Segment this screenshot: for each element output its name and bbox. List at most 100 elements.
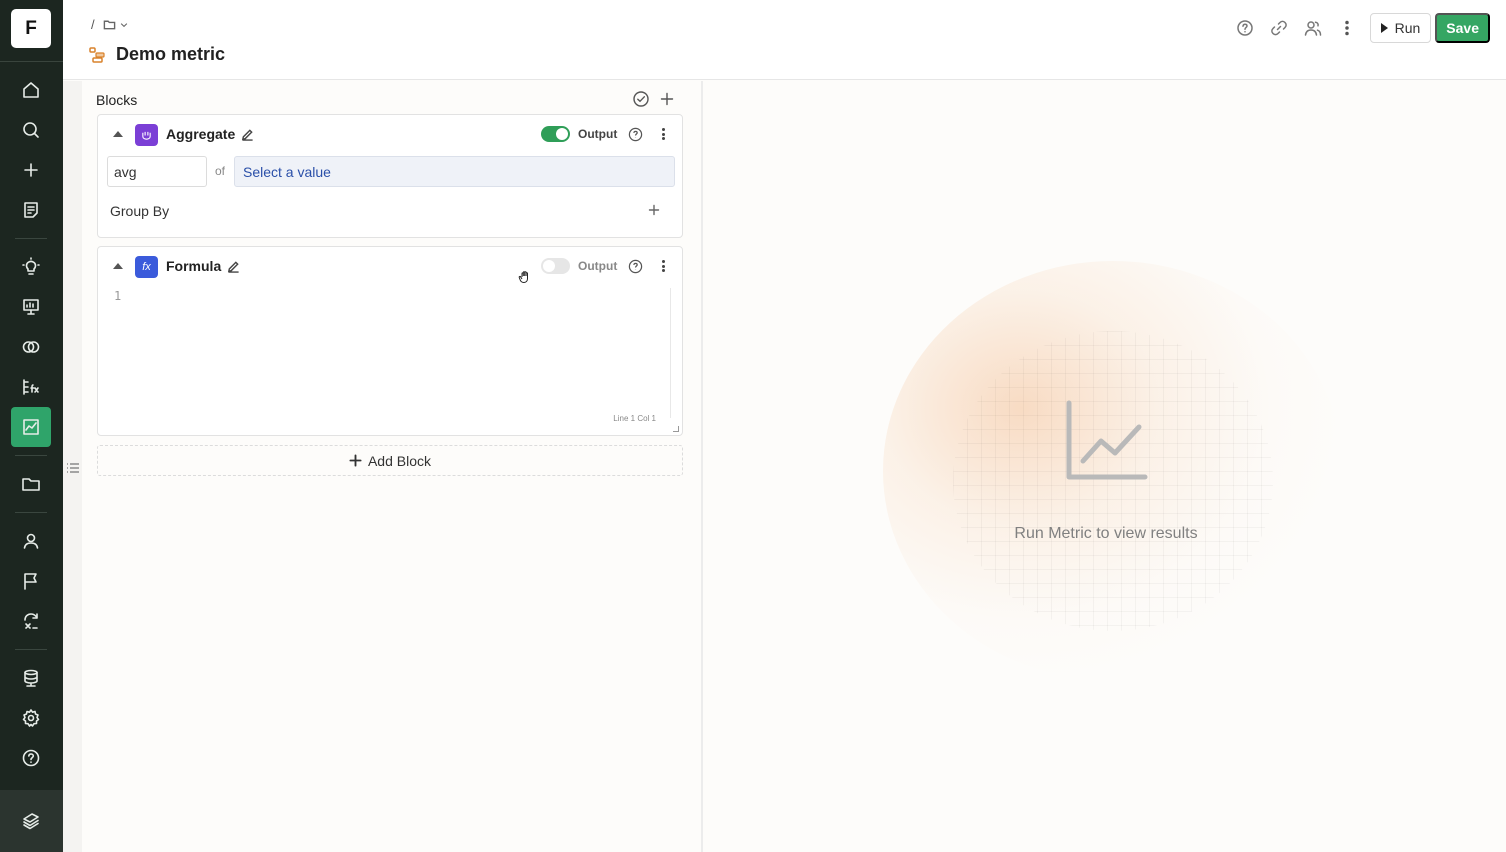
rail-divider (15, 455, 47, 456)
nav-data-sources[interactable] (11, 658, 51, 698)
add-block-button[interactable]: Add Block (97, 445, 683, 476)
blocks-title: Blocks (96, 92, 138, 108)
of-label: of (215, 164, 226, 178)
add-block-label: Add Block (367, 452, 432, 469)
kebab-menu-icon (1344, 20, 1349, 36)
header-toolbar: Run Save (1228, 13, 1490, 43)
help-button[interactable] (1228, 13, 1262, 43)
more-options-button[interactable] (1330, 13, 1364, 43)
toggle-knob (543, 260, 555, 272)
nav-create[interactable] (11, 150, 51, 190)
page-title[interactable]: Demo metric (116, 44, 225, 65)
users-icon (1304, 21, 1321, 36)
help-icon[interactable] (628, 127, 643, 142)
presentation-icon (23, 299, 39, 315)
metric-chart-icon (23, 419, 39, 435)
nav-settings[interactable] (11, 698, 51, 738)
copy-link-button[interactable] (1262, 13, 1296, 43)
aggregate-block-title[interactable]: Aggregate (166, 126, 254, 142)
breadcrumb: / (91, 17, 129, 32)
rail-divider (15, 649, 47, 650)
aggregate-block-name: Aggregate (166, 126, 236, 142)
chevron-down-icon (120, 22, 127, 27)
aggregate-column-select[interactable]: Select a value (234, 156, 675, 187)
nav-notebooks[interactable] (11, 190, 51, 230)
formula-icon (23, 379, 39, 395)
collapse-caret-icon[interactable] (113, 263, 123, 269)
group-by-add-button[interactable] (646, 202, 662, 218)
nav-metrics[interactable] (11, 407, 51, 447)
blocks-actions (632, 90, 676, 108)
app-sidebar: F (0, 0, 63, 852)
formula-code-editor[interactable]: 1 Line 1 Col 1 (98, 285, 682, 435)
nav-home[interactable] (11, 70, 51, 110)
stack-logo-icon (23, 813, 39, 830)
plus-icon (648, 204, 660, 216)
search-icon (23, 122, 39, 138)
empty-state-message: Run Metric to view results (1014, 525, 1198, 542)
formula-output-toggle[interactable] (541, 258, 570, 274)
link-icon (1270, 20, 1287, 36)
edit-pencil-icon[interactable] (227, 260, 240, 273)
add-block-plus-icon[interactable] (658, 90, 676, 108)
nav-folders[interactable] (11, 464, 51, 504)
formula-block-title[interactable]: Formula (166, 258, 240, 274)
nav-formulas[interactable] (11, 367, 51, 407)
lightbulb-icon (22, 257, 40, 275)
formula-block-menu[interactable] (660, 258, 666, 274)
nav-search[interactable] (11, 110, 51, 150)
share-button[interactable] (1296, 13, 1330, 43)
edit-pencil-icon[interactable] (241, 128, 254, 141)
play-icon (1380, 23, 1388, 33)
nav-insights[interactable] (11, 247, 51, 287)
help-icon (1236, 20, 1253, 36)
settings-gear-icon (22, 709, 40, 727)
formula-output-label: Output (578, 259, 618, 273)
blocks-header: Blocks (96, 90, 676, 110)
results-panel: Run Metric to view results (703, 81, 1506, 852)
home-icon (23, 82, 39, 98)
nav-users[interactable] (11, 521, 51, 561)
validate-check-icon[interactable] (632, 90, 650, 108)
collapse-caret-icon[interactable] (113, 131, 123, 137)
rail-divider (15, 238, 47, 239)
breadcrumb-separator: / (91, 17, 95, 32)
run-label: Run (1394, 20, 1421, 36)
formula-block-name: Formula (166, 258, 222, 274)
nav-joins[interactable] (11, 327, 51, 367)
nav-flags[interactable] (11, 561, 51, 601)
notebook-icon (24, 202, 38, 218)
formula-icon: fx (135, 256, 158, 278)
metric-type-icon (89, 46, 105, 63)
editor-scrollbar[interactable] (670, 288, 671, 418)
page-header: / Demo metric Run Save (63, 0, 1506, 80)
blocks-editor: Blocks Aggregate Output avg of Select a … (82, 81, 701, 852)
breadcrumb-folder-picker[interactable] (103, 18, 129, 31)
aggregate-glyph-icon (142, 131, 151, 140)
aggregate-icon (135, 124, 158, 146)
run-button[interactable]: Run (1369, 13, 1432, 43)
aggregate-output-toggle[interactable] (541, 126, 570, 142)
aggregate-output-label: Output (578, 127, 618, 141)
list-indent-icon (67, 463, 79, 473)
help-icon[interactable] (628, 259, 643, 274)
database-icon (24, 669, 38, 687)
nav-presentations[interactable] (11, 287, 51, 327)
user-icon (23, 533, 39, 549)
aggregate-block-menu[interactable] (660, 126, 666, 142)
help-icon (22, 749, 40, 767)
plus-icon (349, 454, 362, 467)
outline-toggle[interactable] (66, 461, 80, 475)
app-logo[interactable]: F (11, 9, 51, 48)
workspace-switcher[interactable] (11, 801, 51, 841)
rail-divider (0, 61, 63, 62)
nav-help[interactable] (11, 738, 51, 778)
nav-transforms[interactable] (11, 601, 51, 641)
overlap-circles-icon (22, 341, 40, 353)
save-button[interactable]: Save (1435, 13, 1490, 43)
aggregate-function-select[interactable]: avg (107, 156, 207, 187)
title-row: Demo metric (88, 44, 225, 65)
transform-icon (24, 613, 38, 629)
resize-handle[interactable] (673, 426, 679, 432)
folder-icon (22, 478, 40, 491)
